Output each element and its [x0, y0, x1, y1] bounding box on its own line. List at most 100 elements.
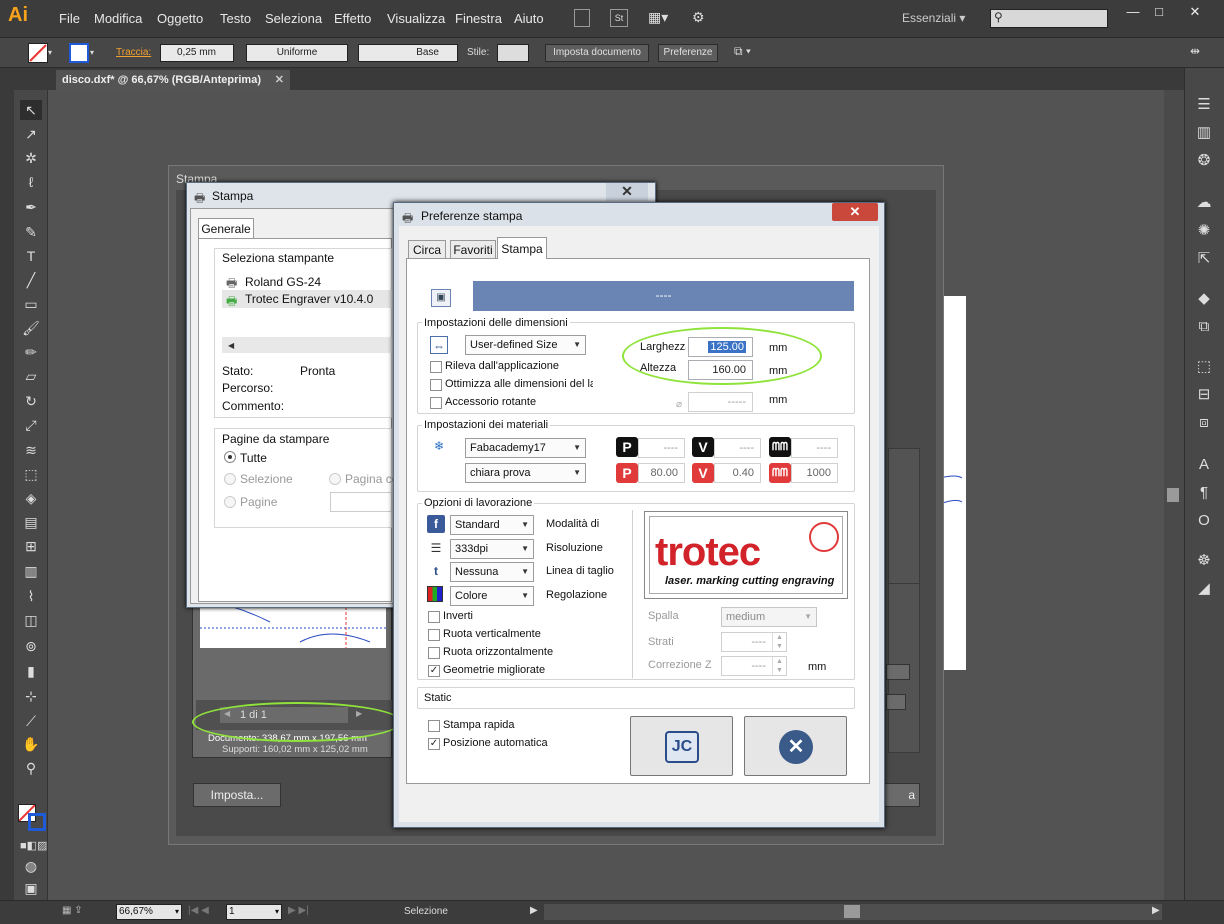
pencil-tool-icon[interactable]: ✏ [20, 342, 42, 362]
stroke-swatch[interactable] [69, 43, 89, 63]
eyedropper-tool-icon[interactable]: ⌇ [20, 586, 42, 606]
scale-tool-icon[interactable]: ⤢ [20, 415, 42, 435]
variable-width-profile[interactable]: Uniforme [246, 44, 348, 62]
graphic-style-swatch[interactable] [497, 44, 529, 62]
status-menu-icon[interactable]: ▶ [530, 905, 538, 916]
stroke-label[interactable]: Traccia: [116, 47, 151, 58]
symbols-panel-icon[interactable]: ✺ [1192, 220, 1216, 242]
printer-list-scrollbar[interactable]: ◀ [222, 337, 392, 353]
quick-print-checkbox[interactable] [428, 720, 440, 732]
detect-checkbox[interactable] [430, 361, 442, 373]
frequency-top-field[interactable]: ---- [791, 438, 838, 458]
printer-trotec[interactable]: Trotec Engraver v10.4.0 [245, 292, 373, 306]
rotate-tool-icon[interactable]: ↻ [20, 391, 42, 411]
maximize-button[interactable]: □ [1148, 4, 1170, 20]
radio-current-page[interactable] [329, 473, 341, 485]
material-combo[interactable]: Fabacademy17 ▼ [465, 438, 586, 458]
tab-stampa[interactable]: Stampa [497, 237, 547, 259]
radio-selection[interactable] [224, 473, 236, 485]
rotary-checkbox[interactable] [430, 397, 442, 409]
tab-generale[interactable]: Generale [198, 218, 254, 239]
menu-effetto[interactable]: Effetto [334, 11, 371, 26]
mode-combo[interactable]: Standard ▼ [450, 515, 534, 535]
fill-swatch[interactable] [28, 43, 48, 63]
selection-tool-icon[interactable]: ↖ [20, 100, 42, 120]
type-tool-icon[interactable]: T [20, 246, 42, 266]
curvature-tool-icon[interactable]: ✎ [20, 222, 42, 242]
menu-finestra[interactable]: Finestra [455, 11, 502, 26]
frequency-bottom-field[interactable]: 1000 [791, 463, 838, 483]
bridge-icon[interactable] [574, 9, 590, 27]
first-prev-artboard-icons[interactable]: |◀ ◀ [188, 905, 224, 919]
close-button[interactable]: ✕ [1184, 4, 1206, 20]
material-database-icon[interactable]: ❄ [430, 437, 448, 455]
lasso-tool-icon[interactable]: ℓ [20, 172, 42, 192]
menu-file[interactable]: File [59, 11, 80, 26]
diameter-input[interactable]: ----- [688, 392, 753, 412]
artboard-tool-icon[interactable]: ⊹ [20, 686, 42, 706]
velocity-bottom-field[interactable]: 0.40 [714, 463, 761, 483]
minimize-button[interactable]: — [1122, 4, 1144, 20]
slice-tool-icon[interactable]: ⟋ [20, 711, 42, 731]
send-to-jobcontrol-button[interactable]: JC [630, 716, 733, 776]
arrange-icon[interactable]: ⧉ ▾ [734, 44, 764, 62]
preferences-button[interactable]: Preferenze [658, 44, 718, 62]
appearance-panel-icon[interactable]: ☸ [1192, 550, 1216, 572]
gradient-panel-icon[interactable]: ◢ [1192, 578, 1216, 600]
brushes-panel-icon[interactable]: ❂ [1192, 150, 1216, 172]
free-transform-tool-icon[interactable]: ⬚ [20, 464, 42, 484]
color-mode-icon[interactable]: ■◧▨ [20, 836, 47, 856]
stroke-weight-field[interactable]: 0,25 mm [160, 44, 234, 62]
rotate-horizontal-checkbox[interactable] [428, 647, 440, 659]
resolution-combo[interactable]: 333dpi ▼ [450, 539, 534, 559]
menu-aiuto[interactable]: Aiuto [514, 11, 544, 26]
asset-export-icon[interactable]: ⇱ [1192, 248, 1216, 270]
graph-tool-icon[interactable]: ▮ [20, 661, 42, 681]
perspective-grid-tool-icon[interactable]: ▤ [20, 512, 42, 532]
document-setup-button[interactable]: Imposta documento [545, 44, 649, 62]
scroll-right-icon[interactable]: ▶ [1152, 905, 1160, 916]
screen-mode-icon[interactable]: ▣ [20, 878, 42, 898]
power-bottom-field[interactable]: 80.00 [638, 463, 685, 483]
document-tab[interactable]: disco.dxf* @ 66,67% (RGB/Anteprima) ✕ [56, 70, 290, 90]
menu-seleziona[interactable]: Seleziona [265, 11, 322, 26]
stroke-dropdown-icon[interactable]: ▾ [90, 44, 102, 62]
color-adjust-combo[interactable]: Colore ▼ [450, 586, 534, 606]
layers-panel-icon[interactable]: ◆ [1192, 288, 1216, 310]
close-tab-icon[interactable]: ✕ [275, 70, 284, 90]
warp-tool-icon[interactable]: ≋ [20, 440, 42, 460]
power-top-field[interactable]: ---- [638, 438, 685, 458]
opentype-panel-icon[interactable]: O [1192, 510, 1216, 532]
workspace-switcher[interactable]: Essenziali ▾ [902, 11, 965, 25]
velocity-top-field[interactable]: ---- [714, 438, 761, 458]
eraser-tool-icon[interactable]: ▱ [20, 366, 42, 386]
radio-pages[interactable] [224, 496, 236, 508]
material-setting-combo[interactable]: chiara prova ▼ [465, 463, 586, 483]
layers-spin-icon[interactable]: ▲ ▼ [772, 633, 786, 651]
pen-tool-icon[interactable]: ✒ [20, 197, 42, 217]
size-combo[interactable]: User-defined Size ▼ [465, 335, 586, 355]
tab-circa[interactable]: Circa [408, 240, 446, 259]
zoom-field[interactable]: 66,67% ▾ [116, 904, 182, 920]
menu-oggetto[interactable]: Oggetto [157, 11, 203, 26]
transform-panel-icon[interactable]: ⬚ [1192, 356, 1216, 378]
windows-print-close-button[interactable]: ✕ [606, 183, 648, 201]
vertical-scroll-thumb[interactable] [1167, 488, 1179, 502]
search-help-input[interactable]: ⚲ [990, 9, 1108, 28]
menu-testo[interactable]: Testo [220, 11, 251, 26]
pathfinder-panel-icon[interactable]: ⧈ [1192, 412, 1216, 434]
horizontal-scroll-thumb[interactable] [844, 905, 860, 918]
panel-menu-icon[interactable]: ⇹ [1190, 44, 1210, 62]
cc-libraries-icon[interactable]: ☁ [1192, 192, 1216, 214]
shape-builder-tool-icon[interactable]: ◈ [20, 488, 42, 508]
radio-all[interactable] [224, 451, 236, 463]
next-last-artboard-icons[interactable]: ▶ ▶| [288, 905, 324, 919]
menu-visualizza[interactable]: Visualizza [387, 11, 445, 26]
printer-roland[interactable]: Roland GS-24 [245, 275, 321, 289]
setup-button[interactable]: Imposta... [193, 783, 281, 807]
cancel-button[interactable]: ✕ [744, 716, 847, 776]
tab-favoriti[interactable]: Favoriti [450, 240, 496, 259]
align-panel-icon[interactable]: ⊟ [1192, 384, 1216, 406]
swatches-panel-icon[interactable]: ▥ [1192, 122, 1216, 144]
print-field-partial-2[interactable] [886, 694, 906, 710]
